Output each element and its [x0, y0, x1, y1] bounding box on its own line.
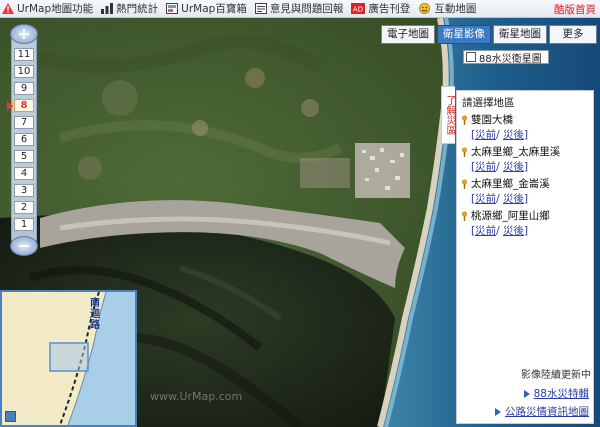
overview-map[interactable]: 南迴路	[0, 290, 137, 427]
arrow-right-icon	[495, 407, 501, 416]
zoom-level-1[interactable]: 1	[14, 218, 34, 231]
map-type-hybrid-button[interactable]: 衛星地圖	[493, 25, 547, 44]
area-name: 太麻里鄉_太麻里溪	[471, 146, 561, 158]
map-type-more-button[interactable]: 更多	[549, 25, 597, 44]
area-before-link[interactable]: 災前	[475, 225, 496, 237]
map-type-satellite-button[interactable]: 衛星影像	[437, 25, 491, 44]
pin-icon	[461, 210, 468, 221]
smiley-icon	[419, 3, 431, 14]
top-menu-bar: UrMap地圖功能 熱門統計 UrMap百寶箱 意見與問題回報 AD 廣告刊登 …	[0, 0, 600, 18]
road-disaster-map-link[interactable]: 公路災情資訊地圖	[495, 404, 589, 419]
map-type-selector: 電子地圖 衛星影像 衛星地圖 更多	[381, 25, 599, 44]
area-item: 雙園大橋 [災前/ 災後]	[461, 112, 593, 142]
zoom-level-9[interactable]: 9	[14, 82, 34, 95]
area-name: 太麻里鄉_金崙溪	[471, 178, 550, 190]
zoom-level-7[interactable]: 7	[14, 116, 34, 129]
zoom-control: + 11 10 9 8 7 6 5 4 3 2 1 −	[7, 24, 41, 256]
zoom-level-11[interactable]: 11	[14, 48, 34, 61]
watermark: www.UrMap.com	[150, 390, 243, 403]
disaster-area-tab[interactable]: 了解災區	[441, 86, 455, 144]
pin-icon	[461, 178, 468, 189]
zoom-in-button[interactable]: +	[10, 24, 38, 44]
road-label: 南迴路	[90, 298, 100, 331]
menu-toolbox[interactable]: UrMap百寶箱	[166, 1, 247, 16]
flood-overlay-checkbox[interactable]	[466, 52, 476, 62]
map-type-electronic-button[interactable]: 電子地圖	[381, 25, 435, 44]
area-item: 桃源鄉_阿里山鄉 [災前/ 災後]	[461, 208, 593, 238]
menu-label: 熱門統計	[116, 3, 159, 15]
zoom-level-3[interactable]: 3	[14, 184, 34, 197]
area-after-link[interactable]: 災後	[503, 193, 524, 205]
menu-label: 互動地圖	[434, 3, 477, 15]
zoom-level-2[interactable]: 2	[14, 201, 34, 214]
bar-chart-icon	[101, 3, 114, 14]
zoom-level-5[interactable]: 5	[14, 150, 34, 163]
warning-triangle-icon	[2, 3, 14, 14]
menu-label: 意見與問題回報	[269, 3, 344, 15]
area-before-link[interactable]: 災前	[475, 193, 496, 205]
zoom-level-6[interactable]: 6	[14, 133, 34, 146]
map-canvas[interactable]: + 11 10 9 8 7 6 5 4 3 2 1 − 電子地圖 衛星影像 衛星…	[0, 18, 600, 427]
menu-advertise[interactable]: AD 廣告刊登	[351, 1, 410, 16]
area-after-link[interactable]: 災後	[503, 129, 524, 141]
menu-label: UrMap百寶箱	[181, 3, 247, 15]
menu-label: 廣告刊登	[368, 3, 411, 15]
zoom-current-pointer	[7, 101, 13, 111]
area-before-link[interactable]: 災前	[475, 161, 496, 173]
home-link[interactable]: 酷版首頁	[554, 2, 596, 17]
overview-toggle-button[interactable]	[5, 411, 16, 422]
zoom-out-button[interactable]: −	[10, 236, 38, 256]
zoom-level-10[interactable]: 10	[14, 65, 34, 78]
area-after-link[interactable]: 災後	[503, 225, 524, 237]
map-book-icon	[166, 3, 179, 14]
flood-special-link[interactable]: 88水災特輯	[523, 386, 589, 401]
area-item: 太麻里鄉_太麻里溪 [災前/ 災後]	[461, 144, 593, 174]
link-label: 88水災特輯	[533, 388, 589, 400]
pin-icon	[461, 146, 468, 157]
menu-interactive-map[interactable]: 互動地圖	[418, 1, 476, 16]
ad-icon: AD	[351, 3, 366, 14]
arrow-right-icon	[523, 389, 530, 398]
area-after-link[interactable]: 災後	[503, 161, 524, 173]
disaster-area-panel: 請選擇地區 雙園大橋 [災前/ 災後] 太麻里鄉_太麻里溪 [災前/ 災後] 太…	[456, 90, 594, 424]
flood-overlay-toggle[interactable]: 88水災衛星圖	[463, 50, 549, 65]
pin-icon	[461, 114, 468, 125]
panel-title: 請選擇地區	[462, 97, 515, 109]
menu-feedback[interactable]: 意見與問題回報	[254, 1, 344, 16]
area-name: 雙園大橋	[471, 114, 513, 126]
menu-urmap-functions[interactable]: UrMap地圖功能	[2, 1, 93, 16]
flood-overlay-label: 88水災衛星圖	[479, 53, 542, 65]
report-icon	[254, 3, 267, 14]
zoom-level-4[interactable]: 4	[14, 167, 34, 180]
svg-text:AD: AD	[353, 6, 363, 14]
area-item: 太麻里鄉_金崙溪 [災前/ 災後]	[461, 176, 593, 206]
overview-map-graphic	[2, 292, 135, 425]
area-before-link[interactable]: 災前	[475, 129, 496, 141]
zoom-level-8[interactable]: 8	[14, 99, 34, 112]
area-name: 桃源鄉_阿里山鄉	[471, 210, 550, 222]
update-note: 影像陸續更新中	[521, 370, 591, 381]
menu-label: UrMap地圖功能	[17, 3, 94, 15]
menu-popular-stats[interactable]: 熱門統計	[101, 1, 158, 16]
link-label: 公路災情資訊地圖	[505, 406, 589, 418]
